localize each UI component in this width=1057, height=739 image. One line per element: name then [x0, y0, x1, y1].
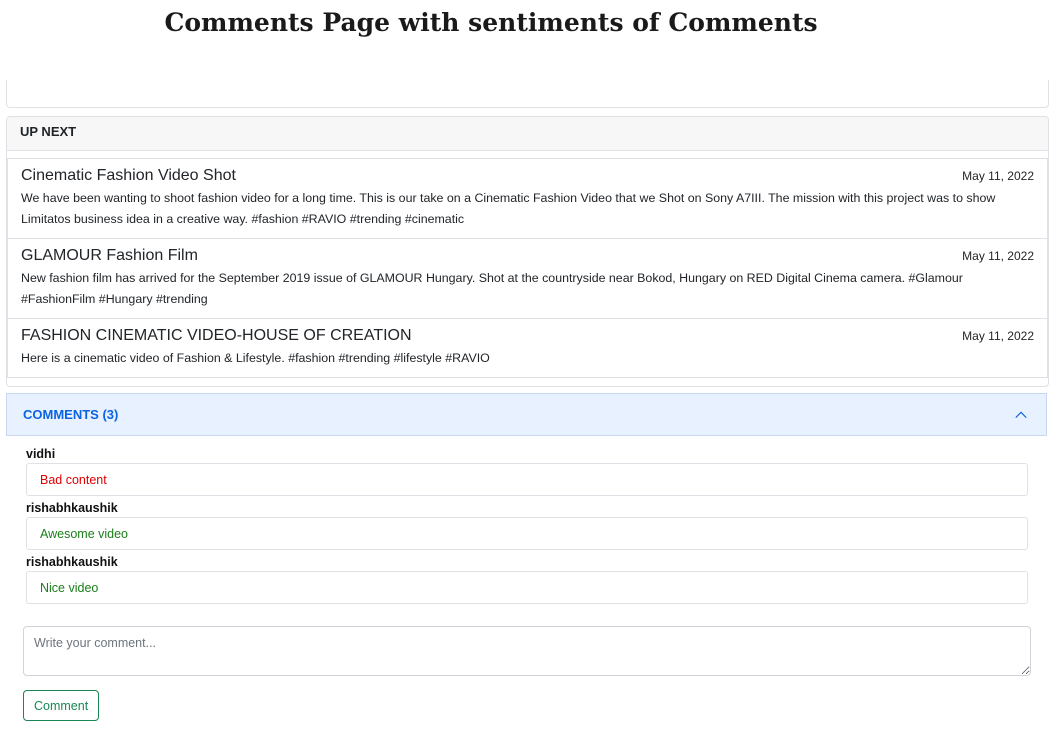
comment-text-positive: Nice video [26, 571, 1028, 604]
comments-accordion-toggle[interactable]: COMMENTS (3) [6, 393, 1047, 436]
comments-list: vidhi Bad content rishabhkaushik Awesome… [26, 446, 1028, 608]
video-date: May 11, 2022 [962, 329, 1034, 343]
up-next-header: UP NEXT [7, 117, 1048, 151]
video-title[interactable]: Cinematic Fashion Video Shot [21, 166, 1034, 186]
video-title[interactable]: GLAMOUR Fashion Film [21, 246, 1034, 266]
video-date: May 11, 2022 [962, 249, 1034, 263]
comment-text-positive: Awesome video [26, 517, 1028, 550]
video-list: Cinematic Fashion Video Shot May 11, 202… [7, 158, 1048, 378]
up-next-card: UP NEXT Cinematic Fashion Video Shot May… [6, 116, 1049, 387]
top-card [6, 80, 1049, 108]
video-date: May 11, 2022 [962, 169, 1034, 183]
comment-author: rishabhkaushik [26, 555, 118, 569]
video-item[interactable]: FASHION CINEMATIC VIDEO-HOUSE OF CREATIO… [7, 318, 1048, 378]
page-title: Comments Page with sentiments of Comment… [164, 8, 818, 37]
comments-count-label: COMMENTS (3) [23, 407, 119, 422]
comment-item: rishabhkaushik Awesome video [26, 500, 1028, 550]
comment-item: rishabhkaushik Nice video [26, 554, 1028, 604]
comment-input[interactable] [23, 626, 1031, 676]
chevron-up-icon [1015, 411, 1027, 419]
comment-submit-button[interactable]: Comment [23, 690, 100, 721]
video-description: Here is a cinematic video of Fashion & L… [21, 351, 490, 365]
video-title[interactable]: FASHION CINEMATIC VIDEO-HOUSE OF CREATIO… [21, 326, 1034, 346]
video-description: New fashion film has arrived for the Sep… [21, 271, 963, 306]
video-item[interactable]: Cinematic Fashion Video Shot May 11, 202… [7, 158, 1048, 238]
comment-item: vidhi Bad content [26, 446, 1028, 496]
comment-author: vidhi [26, 447, 56, 461]
comment-author: rishabhkaushik [26, 501, 118, 515]
video-item[interactable]: GLAMOUR Fashion Film May 11, 2022 New fa… [7, 238, 1048, 318]
comment-text-negative: Bad content [26, 463, 1028, 496]
video-description: We have been wanting to shoot fashion vi… [21, 191, 996, 226]
